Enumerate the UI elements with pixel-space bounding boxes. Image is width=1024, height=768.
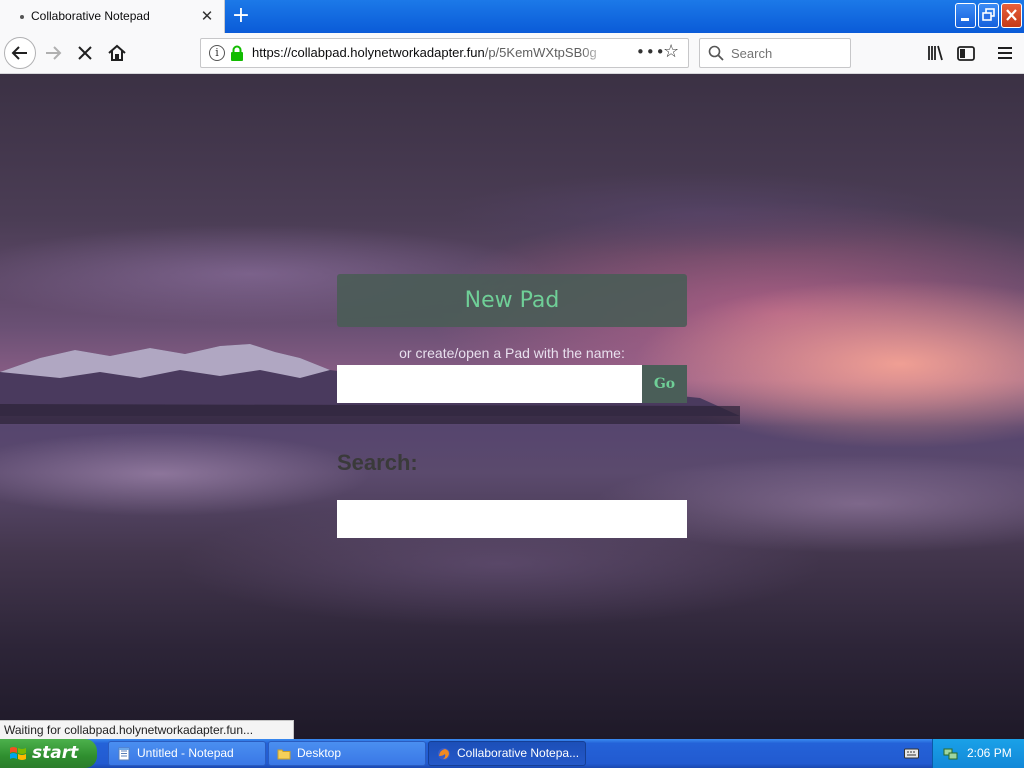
close-tab-icon[interactable]: ✕ [198, 7, 216, 25]
folder-icon [277, 749, 291, 760]
restore-icon [982, 8, 995, 21]
status-bar: Waiting for collabpad.holynetworkadapter… [0, 720, 294, 739]
back-button[interactable] [4, 37, 36, 69]
close-icon [1006, 9, 1017, 21]
clock[interactable]: 2:06 PM [967, 746, 1012, 760]
new-pad-button[interactable]: New Pad [337, 274, 687, 327]
search-placeholder: Search [731, 46, 773, 61]
browser-tab[interactable]: Collaborative Notepad ✕ [0, 0, 225, 33]
library-icon [928, 45, 943, 61]
page-actions-icon[interactable]: ••• [636, 43, 666, 61]
search-bar[interactable]: Search [699, 38, 851, 68]
close-window-button[interactable] [1001, 3, 1022, 28]
forward-arrow-icon [46, 46, 62, 60]
taskbar: start Untitled - Notepad Desktop Collabo… [0, 739, 1024, 768]
site-info-icon[interactable]: i [209, 45, 225, 61]
notepad-icon [118, 747, 130, 761]
new-tab-button[interactable]: + [228, 4, 254, 28]
minimize-window-button[interactable] [955, 3, 976, 28]
url-path: /p/5KemWXtpSB0g [484, 45, 597, 60]
keyboard-language-icon[interactable] [904, 747, 919, 759]
taskbar-item-firefox[interactable]: Collaborative Notepa... [428, 741, 586, 766]
back-arrow-icon [11, 46, 27, 60]
home-icon [108, 44, 126, 61]
search-heading: Search: [337, 450, 418, 475]
url-text[interactable]: https://collabpad.holynetworkadapter.fun… [252, 45, 600, 63]
lock-icon[interactable] [230, 45, 244, 61]
tab-strip: Collaborative Notepad ✕ + [0, 0, 1024, 33]
url-host: https://collabpad.holynetworkadapter.fun [252, 45, 485, 60]
firefox-icon [438, 748, 450, 760]
create-pad-label: or create/open a Pad with the name: [399, 345, 625, 361]
system-tray: 2:06 PM [932, 739, 1024, 768]
loading-indicator-icon [20, 15, 24, 19]
pad-name-input[interactable] [337, 365, 642, 403]
address-bar[interactable]: i https://collabpad.holynetworkadapter.f… [200, 38, 689, 68]
home-button[interactable] [102, 38, 132, 68]
windows-flag-icon [10, 747, 26, 760]
start-label: start [32, 743, 79, 763]
taskbar-item-label: Collaborative Notepa... [457, 746, 580, 760]
go-button[interactable]: Go [642, 365, 687, 403]
stop-icon [78, 46, 92, 60]
forward-button[interactable] [39, 38, 69, 68]
search-icon [708, 45, 724, 61]
library-button[interactable] [921, 38, 951, 68]
sidebar-toggle-button[interactable] [951, 38, 981, 68]
navigation-toolbar: i https://collabpad.holynetworkadapter.f… [0, 33, 1024, 74]
page-content: New Pad or create/open a Pad with the na… [0, 74, 1024, 739]
pad-search-input[interactable] [337, 500, 687, 538]
bookmark-star-icon[interactable]: ☆ [663, 41, 679, 62]
taskbar-item-label: Untitled - Notepad [137, 746, 234, 760]
hamburger-menu-icon [998, 47, 1012, 59]
sidebar-icon [957, 46, 975, 61]
taskbar-item-notepad[interactable]: Untitled - Notepad [108, 741, 266, 766]
taskbar-item-label: Desktop [297, 746, 342, 760]
stop-loading-button[interactable] [70, 38, 100, 68]
start-button[interactable]: start [0, 739, 97, 768]
restore-window-button[interactable] [978, 3, 999, 28]
tab-title: Collaborative Notepad [31, 9, 150, 23]
network-icon[interactable] [943, 746, 958, 761]
minimize-icon [961, 18, 969, 21]
taskbar-item-desktop[interactable]: Desktop [268, 741, 426, 766]
menu-button[interactable] [990, 38, 1020, 68]
